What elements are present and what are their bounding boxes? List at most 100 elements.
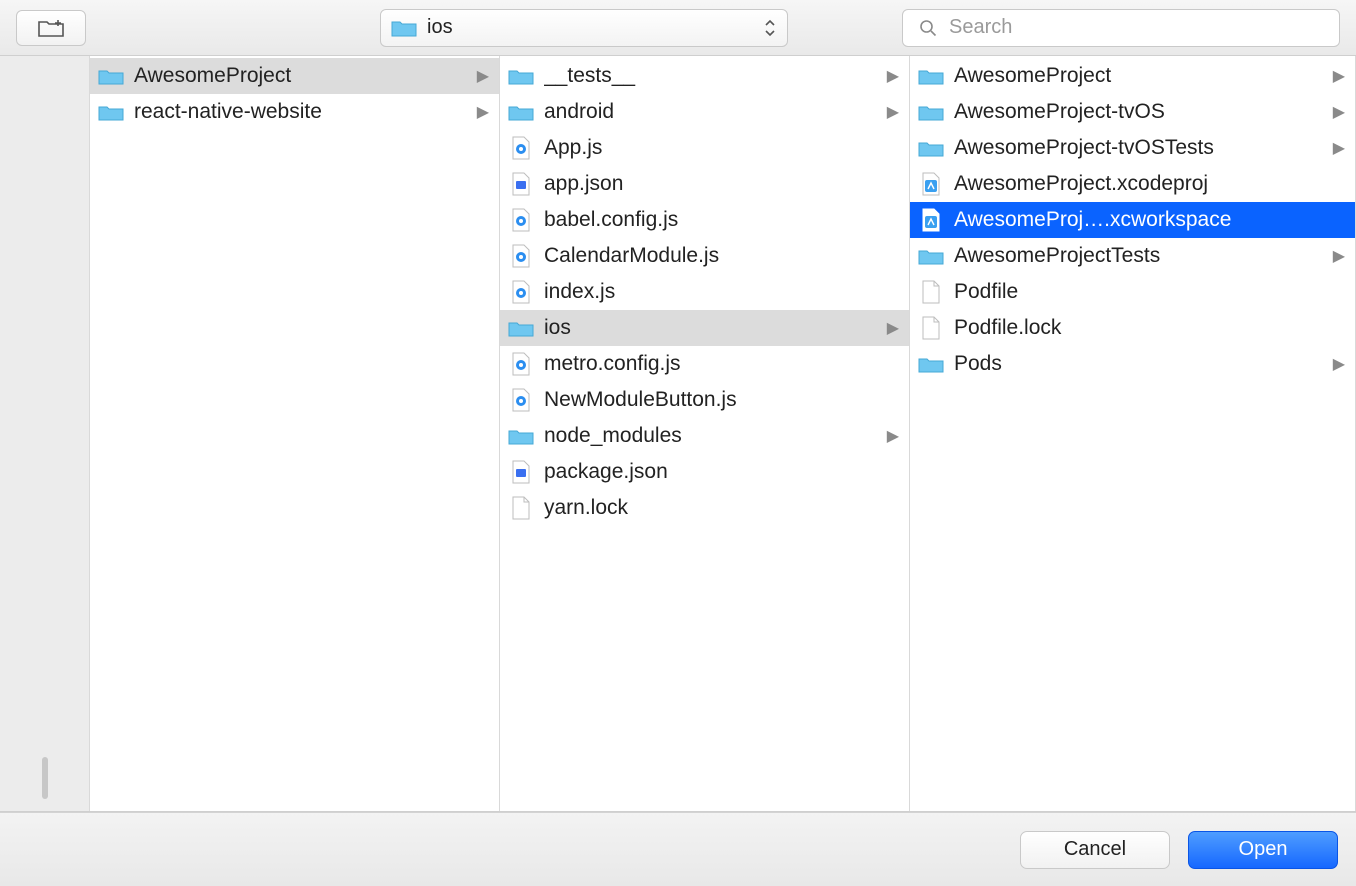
file-row[interactable]: babel.config.js xyxy=(500,202,909,238)
file-row[interactable]: AwesomeProj….xcworkspace xyxy=(910,202,1355,238)
file-label: package.json xyxy=(544,460,899,484)
folder-icon xyxy=(508,425,534,447)
blank-icon xyxy=(918,281,944,303)
blank-icon xyxy=(918,317,944,339)
file-row[interactable]: yarn.lock xyxy=(500,490,909,526)
sidebar-resize-handle[interactable] xyxy=(42,757,48,799)
folder-icon xyxy=(508,101,534,123)
chevron-right-icon: ▶ xyxy=(887,426,899,446)
blank-icon xyxy=(508,497,534,519)
file-label: yarn.lock xyxy=(544,496,899,520)
file-browser: AwesomeProject ▶ react-native-website ▶ __t… xyxy=(0,56,1356,812)
column-2: AwesomeProject▶AwesomeProject-tvOS▶Aweso… xyxy=(910,56,1356,811)
file-row[interactable]: __tests__▶ xyxy=(500,58,909,94)
cancel-button[interactable]: Cancel xyxy=(1020,831,1170,869)
file-row[interactable]: AwesomeProject ▶ xyxy=(90,58,499,94)
chevron-right-icon: ▶ xyxy=(887,66,899,86)
file-label: index.js xyxy=(544,280,899,304)
folder-icon xyxy=(918,65,944,87)
file-row[interactable]: AwesomeProject.xcodeproj xyxy=(910,166,1355,202)
file-row[interactable]: app.json xyxy=(500,166,909,202)
open-label: Open xyxy=(1239,838,1288,861)
chevron-right-icon: ▶ xyxy=(1333,102,1345,122)
file-label: AwesomeProj….xcworkspace xyxy=(954,208,1345,232)
jsfile-icon xyxy=(508,245,534,267)
dropdown-stepper-icon xyxy=(761,16,779,40)
file-row[interactable]: App.js xyxy=(500,130,909,166)
file-label: AwesomeProject xyxy=(954,64,1323,88)
file-row[interactable]: AwesomeProjectTests ▶ xyxy=(910,238,1355,274)
file-row[interactable]: package.json xyxy=(500,454,909,490)
file-label: android xyxy=(544,100,877,124)
file-row[interactable]: android ▶ xyxy=(500,94,909,130)
file-row[interactable]: Podfile.lock xyxy=(910,310,1355,346)
jsfile-icon xyxy=(508,209,534,231)
file-row[interactable]: ios ▶ xyxy=(500,310,909,346)
path-dropdown[interactable]: ios xyxy=(380,9,788,47)
jsonfile-icon xyxy=(508,461,534,483)
folder-icon xyxy=(918,101,944,123)
path-label: ios xyxy=(427,16,453,39)
sidebar-gutter xyxy=(0,56,90,811)
jsonfile-icon xyxy=(508,173,534,195)
folder-icon xyxy=(98,101,124,123)
chevron-right-icon: ▶ xyxy=(477,102,489,122)
chevron-right-icon: ▶ xyxy=(887,102,899,122)
file-row[interactable]: AwesomeProject-tvOSTests▶ xyxy=(910,130,1355,166)
jsfile-icon xyxy=(508,353,534,375)
jsfile-icon xyxy=(508,137,534,159)
file-label: AwesomeProject-tvOS xyxy=(954,100,1323,124)
chevron-right-icon: ▶ xyxy=(1333,246,1345,266)
folder-icon xyxy=(391,17,417,39)
file-label: app.json xyxy=(544,172,899,196)
file-row[interactable]: Pods ▶ xyxy=(910,346,1355,382)
search-input[interactable] xyxy=(949,16,1327,39)
file-row[interactable]: Podfile xyxy=(910,274,1355,310)
folder-icon xyxy=(918,245,944,267)
chevron-right-icon: ▶ xyxy=(477,66,489,86)
new-folder-button[interactable] xyxy=(16,10,86,46)
chevron-right-icon: ▶ xyxy=(1333,354,1345,374)
file-row[interactable]: react-native-website ▶ xyxy=(90,94,499,130)
column-0: AwesomeProject ▶ react-native-website ▶ xyxy=(90,56,500,811)
search-icon xyxy=(915,17,941,39)
footer: Cancel Open xyxy=(0,812,1356,886)
toolbar: ios xyxy=(0,0,1356,56)
jsfile-icon xyxy=(508,389,534,411)
folder-icon xyxy=(508,65,534,87)
file-label: react-native-website xyxy=(134,100,467,124)
cancel-label: Cancel xyxy=(1064,838,1126,861)
chevron-right-icon: ▶ xyxy=(1333,66,1345,86)
file-label: metro.config.js xyxy=(544,352,899,376)
file-label: node_modules xyxy=(544,424,877,448)
open-button[interactable]: Open xyxy=(1188,831,1338,869)
file-row[interactable]: NewModuleButton.js xyxy=(500,382,909,418)
chevron-right-icon: ▶ xyxy=(887,318,899,338)
file-row[interactable]: CalendarModule.js xyxy=(500,238,909,274)
file-label: Pods xyxy=(954,352,1323,376)
xcode-icon xyxy=(918,173,944,195)
file-row[interactable]: metro.config.js xyxy=(500,346,909,382)
file-row[interactable]: AwesomeProject-tvOS ▶ xyxy=(910,94,1355,130)
xcode-sel-icon xyxy=(918,209,944,231)
file-label: ios xyxy=(544,316,877,340)
file-label: AwesomeProject xyxy=(134,64,467,88)
file-row[interactable]: AwesomeProject ▶ xyxy=(910,58,1355,94)
folder-icon xyxy=(918,353,944,375)
folder-icon xyxy=(98,65,124,87)
file-label: babel.config.js xyxy=(544,208,899,232)
file-label: App.js xyxy=(544,136,899,160)
file-label: NewModuleButton.js xyxy=(544,388,899,412)
column-1: __tests__▶android ▶ App.js app.json babel.co… xyxy=(500,56,910,811)
folder-icon xyxy=(918,137,944,159)
file-label: AwesomeProject.xcodeproj xyxy=(954,172,1345,196)
file-label: AwesomeProject-tvOSTests xyxy=(954,136,1323,160)
file-label: AwesomeProjectTests xyxy=(954,244,1323,268)
file-label: Podfile xyxy=(954,280,1345,304)
file-label: CalendarModule.js xyxy=(544,244,899,268)
file-row[interactable]: index.js xyxy=(500,274,909,310)
search-field[interactable] xyxy=(902,9,1340,47)
file-label: Podfile.lock xyxy=(954,316,1345,340)
file-row[interactable]: node_modules ▶ xyxy=(500,418,909,454)
new-folder-icon xyxy=(38,17,64,39)
